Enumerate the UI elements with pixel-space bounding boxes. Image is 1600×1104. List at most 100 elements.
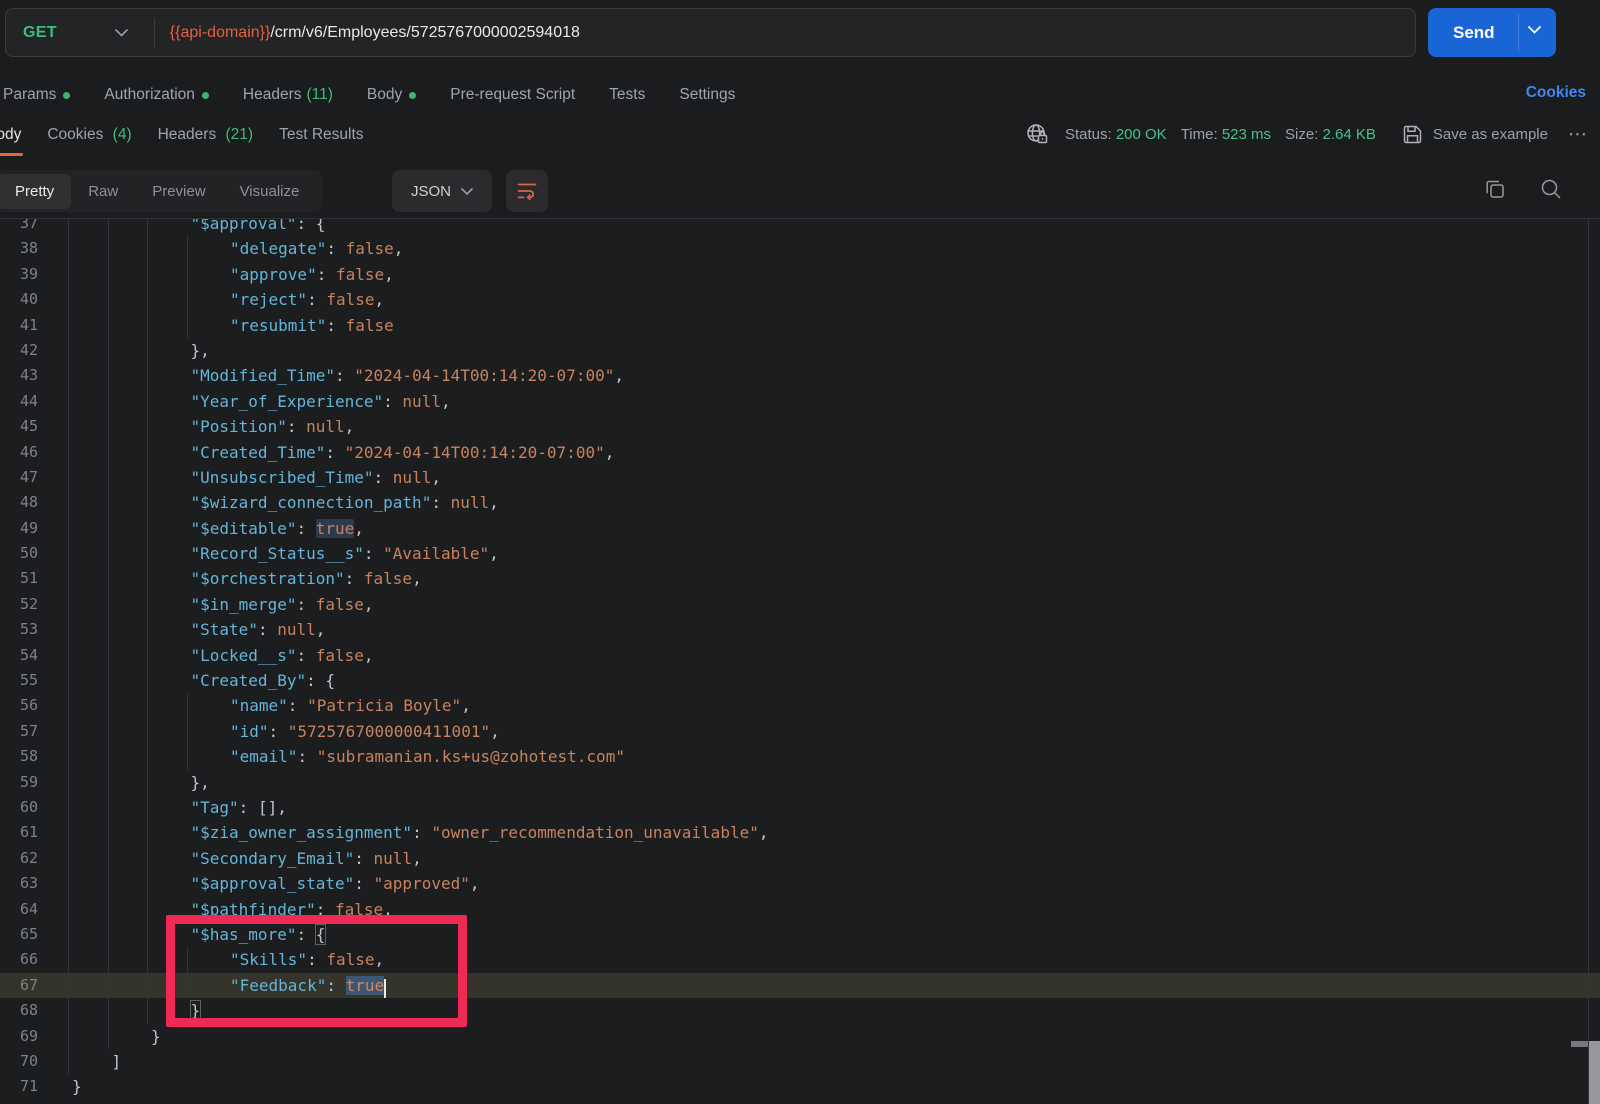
indent-guide bbox=[107, 591, 109, 618]
divider bbox=[153, 17, 155, 48]
code-text: } bbox=[72, 1077, 82, 1097]
line-number: 64 bbox=[19, 899, 38, 918]
cookies-link[interactable]: Cookies bbox=[1526, 84, 1586, 102]
code-text: "Unsubscribed_Time": null, bbox=[190, 467, 441, 487]
line-number: 48 bbox=[19, 493, 38, 512]
language-dropdown[interactable]: JSON bbox=[392, 170, 492, 212]
scrollbar-match-marker bbox=[1571, 1041, 1588, 1047]
method-selector[interactable]: GET bbox=[6, 24, 57, 42]
code-text: "$approval_state": "approved", bbox=[190, 874, 480, 894]
code-line: 41 "resubmit": false bbox=[0, 312, 1600, 338]
text-cursor bbox=[384, 978, 387, 998]
view-tab-preview[interactable]: Preview bbox=[135, 174, 222, 209]
indent-guide bbox=[147, 566, 148, 592]
line-number: 39 bbox=[19, 264, 38, 283]
indent-guide bbox=[107, 871, 109, 897]
send-button[interactable]: Send bbox=[1428, 8, 1556, 57]
indent-guide bbox=[186, 972, 188, 999]
indent-guide bbox=[147, 236, 148, 262]
tab-prerequest-script[interactable]: Pre-request Script bbox=[450, 86, 575, 104]
code-text: "approve": false, bbox=[230, 264, 394, 284]
copy-icon bbox=[1486, 180, 1504, 198]
tab-headers[interactable]: Headers (11) bbox=[243, 86, 333, 104]
view-tab-visualize[interactable]: Visualize bbox=[223, 174, 317, 209]
code-text: "State": null, bbox=[190, 620, 326, 640]
network-globe-icon[interactable] bbox=[1025, 122, 1049, 146]
modified-dot bbox=[63, 92, 71, 99]
indent-guide bbox=[107, 515, 109, 542]
indent-guide bbox=[107, 972, 109, 999]
code-line: 69} bbox=[0, 1023, 1600, 1049]
tab-body[interactable]: Body bbox=[367, 86, 417, 104]
indent-guide bbox=[147, 261, 148, 288]
code-text: "$editable": true, bbox=[190, 518, 364, 538]
search-response-button[interactable] bbox=[1540, 178, 1562, 200]
view-tab-pretty[interactable]: Pretty bbox=[0, 173, 72, 209]
indent-guide bbox=[107, 464, 109, 491]
code-text: "Created_By": { bbox=[190, 671, 336, 691]
scrollbar-thumb[interactable] bbox=[1589, 1041, 1600, 1104]
code-text: "delegate": false, bbox=[230, 239, 404, 259]
size-value[interactable]: 2.64 KB bbox=[1323, 126, 1376, 143]
code-line: 55 "Created_By": { bbox=[0, 668, 1600, 694]
view-tab-raw[interactable]: Raw bbox=[71, 174, 135, 209]
indent-guide bbox=[107, 414, 109, 440]
code-line: 48 "$wizard_connection_path": null, bbox=[0, 490, 1600, 516]
time-value[interactable]: 523 ms bbox=[1222, 126, 1271, 143]
line-number: 57 bbox=[19, 721, 38, 740]
size-label: Size: bbox=[1285, 125, 1319, 143]
code-line: 65 "$has_more": { bbox=[0, 921, 1600, 948]
more-options-icon[interactable]: ⋯ bbox=[1568, 123, 1588, 146]
response-body-viewer[interactable]: 37 "$approval": {38 "delegate": false, 39 "a… bbox=[0, 218, 1600, 1104]
code-line: 68} bbox=[0, 998, 1600, 1024]
response-tab-test-results[interactable]: Test Results bbox=[279, 126, 363, 156]
tab-settings[interactable]: Settings bbox=[679, 86, 735, 104]
code-line: 60 "Tag": [], bbox=[0, 794, 1600, 821]
indent-guide bbox=[68, 896, 69, 922]
tab-authorization[interactable]: Authorization bbox=[104, 86, 209, 104]
url-input[interactable]: {{api-domain}}/crm/v6/Employees/57257670… bbox=[170, 24, 580, 42]
method-chevron-down-icon[interactable] bbox=[114, 28, 128, 37]
wrap-text-button[interactable] bbox=[506, 170, 548, 212]
indent-guide bbox=[68, 490, 69, 516]
tab-tests[interactable]: Tests bbox=[609, 86, 645, 104]
code-line: 70] bbox=[0, 1048, 1600, 1075]
indent-guide bbox=[107, 921, 109, 948]
indent-guide bbox=[68, 642, 69, 669]
code-line: 64 "$pathfinder": false, bbox=[0, 896, 1600, 922]
indent-guide bbox=[186, 261, 188, 288]
send-options-chevron-icon[interactable] bbox=[1528, 26, 1541, 34]
status-value[interactable]: 200 OK bbox=[1116, 126, 1167, 143]
save-as-example-button[interactable]: Save as example bbox=[1433, 126, 1548, 143]
code-line: 49 "$editable": true, bbox=[0, 515, 1600, 542]
indent-guide bbox=[107, 718, 109, 745]
indent-guide bbox=[147, 388, 148, 415]
indent-guide bbox=[147, 947, 148, 973]
api-client-window: { "request": { "method": "GET", "url_var… bbox=[0, 0, 1600, 1104]
code-text: "Skills": false, bbox=[230, 950, 385, 970]
indent-guide bbox=[147, 668, 148, 694]
response-tab-headers[interactable]: Headers (21) bbox=[158, 126, 253, 156]
time-label: Time: bbox=[1180, 125, 1218, 143]
url-variable: {{api-domain}} bbox=[169, 23, 271, 41]
response-tab-body[interactable]: Body bbox=[0, 126, 24, 156]
indent-guide bbox=[107, 236, 109, 262]
response-meta-row: Body Cookies (4) Headers (21) Test Resul… bbox=[0, 120, 1600, 164]
scrollbar-track bbox=[1588, 219, 1589, 1104]
line-number: 66 bbox=[19, 950, 38, 969]
code-text: "$has_more": { bbox=[190, 923, 327, 945]
line-number: 47 bbox=[19, 467, 38, 486]
indent-guide bbox=[68, 1048, 69, 1075]
indent-guide bbox=[107, 845, 109, 872]
indent-guide bbox=[68, 464, 69, 491]
line-number: 65 bbox=[19, 924, 38, 943]
copy-response-button[interactable] bbox=[1484, 178, 1506, 200]
indent-guide bbox=[186, 947, 188, 973]
response-tab-cookies[interactable]: Cookies (4) bbox=[47, 126, 131, 156]
tab-params[interactable]: Params bbox=[3, 86, 71, 104]
line-number: 60 bbox=[19, 797, 38, 816]
code-line: 52 "$in_merge": false, bbox=[0, 591, 1600, 618]
indent-guide bbox=[68, 591, 69, 618]
indent-guide bbox=[147, 515, 148, 542]
code-text: } bbox=[189, 1000, 202, 1022]
